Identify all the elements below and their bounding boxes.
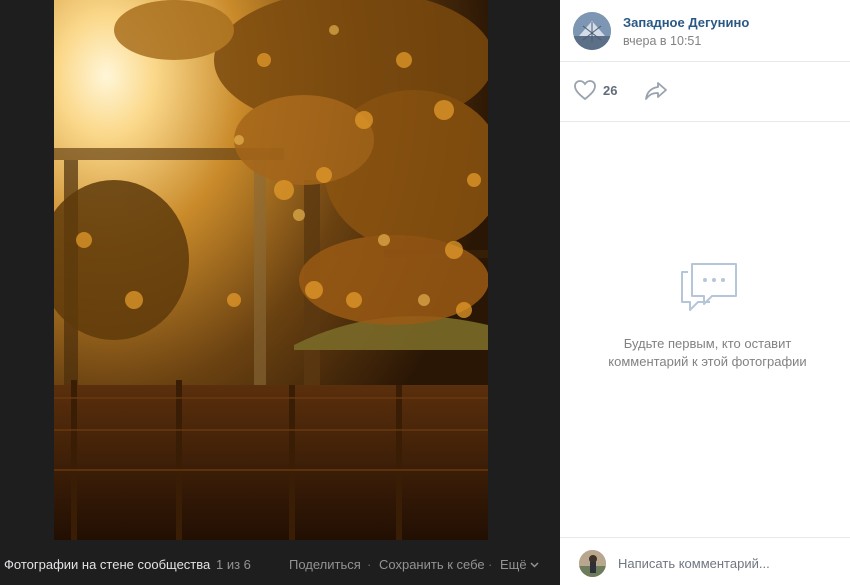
comment-input[interactable] xyxy=(618,547,838,579)
empty-comments-message: Будьте первым, кто оставит комментарий к… xyxy=(580,335,835,371)
more-label: Ещё xyxy=(500,557,527,572)
user-avatar[interactable] xyxy=(579,550,606,577)
separator: · xyxy=(367,557,372,572)
empty-comments-line: комментарий к этой фотографии xyxy=(608,354,807,369)
post-time[interactable]: вчера в 10:51 xyxy=(623,34,701,48)
share-button[interactable] xyxy=(644,81,668,106)
comments-icon xyxy=(681,263,737,311)
post-actions: 26 xyxy=(560,62,850,122)
comment-composer xyxy=(560,537,850,585)
chevron-down-icon xyxy=(530,561,539,568)
like-count: 26 xyxy=(603,82,618,98)
author-name-link[interactable]: Западное Дегунино xyxy=(623,15,749,30)
comments-area: Будьте первым, кто оставит комментарий к… xyxy=(560,122,850,537)
share-link[interactable]: Поделиться xyxy=(289,557,361,572)
share-arrow-icon xyxy=(645,82,667,100)
author-header: Западное Дегунино вчера в 10:51 xyxy=(560,0,850,62)
photo[interactable] xyxy=(54,0,488,540)
heart-icon xyxy=(574,80,596,101)
save-to-album-link[interactable]: Сохранить к себе xyxy=(379,557,485,572)
viewer-bottom-bar: Фотографии на стене сообщества 1 из 6 По… xyxy=(0,545,560,585)
autumn-leaves-photo xyxy=(54,0,488,540)
avatar[interactable] xyxy=(573,12,611,50)
more-menu-button[interactable]: Ещё xyxy=(500,557,539,572)
separator: · xyxy=(488,557,493,572)
user-photo-icon xyxy=(579,550,606,577)
empty-comments-line: Будьте первым, кто оставит xyxy=(623,336,792,351)
community-logo-icon xyxy=(573,12,611,50)
album-title-link[interactable]: Фотографии на стене сообщества xyxy=(4,557,210,572)
photo-viewer: Фотографии на стене сообщества 1 из 6 По… xyxy=(0,0,560,585)
photo-counter: 1 из 6 xyxy=(216,557,251,572)
side-panel: Западное Дегунино вчера в 10:51 26 Будьт… xyxy=(560,0,850,585)
like-button[interactable]: 26 xyxy=(573,79,617,101)
